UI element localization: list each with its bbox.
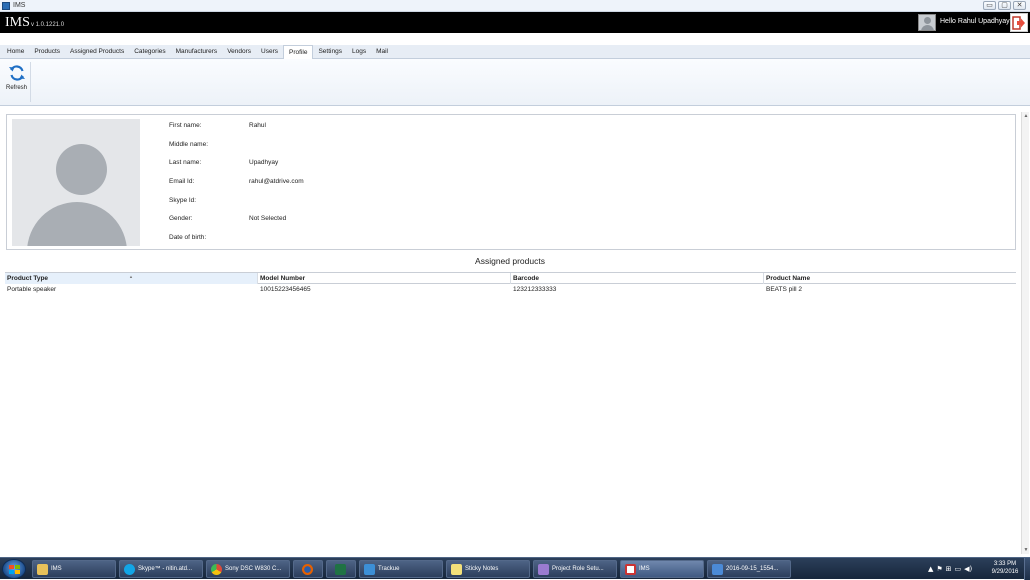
sticky-notes-icon [451,563,462,575]
refresh-label: Refresh [5,85,27,91]
excel-icon [335,563,346,575]
tab-users[interactable]: Users [256,45,283,59]
maximize-button[interactable]: ▢ [998,1,1011,10]
tab-manufacturers[interactable]: Manufacturers [171,45,223,59]
column-header-model-number[interactable]: Model Number [258,273,511,284]
windows-logo-icon [9,565,20,574]
taskbar-item-ims[interactable]: IMS [620,560,704,578]
skype-icon [124,563,135,575]
logout-button[interactable] [1010,13,1028,32]
tab-mail[interactable]: Mail [371,45,393,59]
clock-date: 9/29/2016 [991,569,1019,575]
app-window-icon [2,1,10,10]
scroll-up-icon[interactable]: ▲ [1023,113,1029,119]
folder-icon [37,563,48,575]
gender-value: Not Selected [249,215,287,222]
cell-barcode: 123212333333 [513,286,557,293]
system-tray: ▲ ⚑ ⊞ ▭ ◀) [928,561,984,577]
middle-name-label: Middle name: [169,141,209,148]
skype-label: Skype Id: [169,197,197,204]
tab-vendors[interactable]: Vendors [222,45,256,59]
action-center-icon[interactable]: ⚑ [936,565,942,573]
show-hidden-icons-icon[interactable]: ▲ [928,565,933,573]
email-label: Email Id: [169,178,195,185]
tab-assigned-products[interactable]: Assigned Products [65,45,129,59]
app-brand: IMS [5,15,30,30]
cell-product-type: Portable speaker [7,286,57,293]
taskbar-item-excel[interactable] [326,560,356,578]
trackue-icon [364,563,375,575]
cell-product-name: BEATS pill 2 [766,286,803,293]
gender-label: Gender: [169,215,193,222]
content-scrollbar[interactable]: ▲ ▼ [1021,112,1029,554]
table-row[interactable]: Portable speaker 10015223456465 12321233… [5,284,1016,296]
avatar-body-icon [27,202,127,246]
minimize-button[interactable]: ▭ [983,1,996,10]
first-name-value: Rahul [249,122,266,129]
firefox-icon [302,563,313,575]
windows-taskbar: IMS Skype™ - nitin.atd... Sony DSC W830 … [0,557,1030,580]
ims-window-icon [625,563,636,575]
taskbar-item-skype[interactable]: Skype™ - nitin.atd... [119,560,203,578]
refresh-icon [8,65,25,81]
tab-home[interactable]: Home [2,45,29,59]
taskbar-item-ims-folder[interactable]: IMS [32,560,116,578]
clock-time: 3:33 PM [993,561,1017,567]
last-name-label: Last name: [169,159,202,166]
profile-card [6,114,1016,250]
window-controls: ▭ ▢ ✕ [983,1,1026,10]
tab-profile[interactable]: Profile [283,45,314,60]
tray-app-icon[interactable]: ⊞ [946,565,952,573]
taskbar-clock[interactable]: 3:33 PM 9/29/2016 [988,560,1022,576]
first-name-label: First name: [169,122,202,129]
user-avatar-icon[interactable] [918,14,936,31]
tab-categories[interactable]: Categories [129,45,170,59]
cell-model-number: 10015223456465 [260,286,311,293]
dob-label: Date of birth: [169,234,207,241]
refresh-button[interactable]: Refresh [3,62,31,102]
volume-icon[interactable]: ◀) [964,565,972,573]
app-version: v 1.0.1221.0 [31,22,65,28]
network-icon[interactable]: ▭ [955,565,962,573]
tab-settings[interactable]: Settings [313,45,347,59]
taskbar-item-image-viewer[interactable]: 2016-09-15_1554... [707,560,791,578]
taskbar-item-firefox[interactable] [293,560,323,578]
taskbar-item-chrome[interactable]: Sony DSC W830 C... [206,560,290,578]
avatar-head-icon [56,144,107,195]
visual-studio-icon [538,563,549,575]
profile-photo[interactable] [12,119,140,246]
tab-products[interactable]: Products [29,45,65,59]
window-title: IMS [13,2,26,9]
image-viewer-icon [712,563,723,575]
last-name-value: Upadhyay [249,159,279,166]
chrome-icon [211,563,222,575]
grid-header: Product Type ▲ Model Number Barcode Prod… [5,272,1016,284]
app-header: IMS v 1.0.1221.0 Hello Rahul Upadhyay [0,12,1030,33]
assigned-products-title: Assigned products [475,256,545,266]
logout-icon [1012,15,1025,30]
email-value: rahul@atdrive.com [249,178,304,185]
assigned-products-grid: Product Type ▲ Model Number Barcode Prod… [5,272,1016,552]
window-titlebar: IMS ▭ ▢ ✕ [0,0,1030,12]
user-greeting[interactable]: Hello Rahul Upadhyay [940,18,1010,25]
close-button[interactable]: ✕ [1013,1,1026,10]
column-header-product-type[interactable]: Product Type ▲ [5,273,258,284]
taskbar-item-trackue[interactable]: Trackue [359,560,443,578]
main-tabs: Home Products Assigned Products Categori… [0,45,1030,60]
column-header-product-name[interactable]: Product Name [764,273,1016,284]
column-header-barcode[interactable]: Barcode [511,273,764,284]
tab-logs[interactable]: Logs [347,45,371,59]
taskbar-item-visual-studio[interactable]: Project Role Setu... [533,560,617,578]
taskbar-item-sticky-notes[interactable]: Sticky Notes [446,560,530,578]
scroll-down-icon[interactable]: ▼ [1023,547,1029,553]
start-button[interactable] [2,559,26,579]
sort-ascending-icon: ▲ [129,274,133,279]
show-desktop-button[interactable] [1024,558,1030,580]
ribbon-toolbar: Refresh [0,59,1030,106]
